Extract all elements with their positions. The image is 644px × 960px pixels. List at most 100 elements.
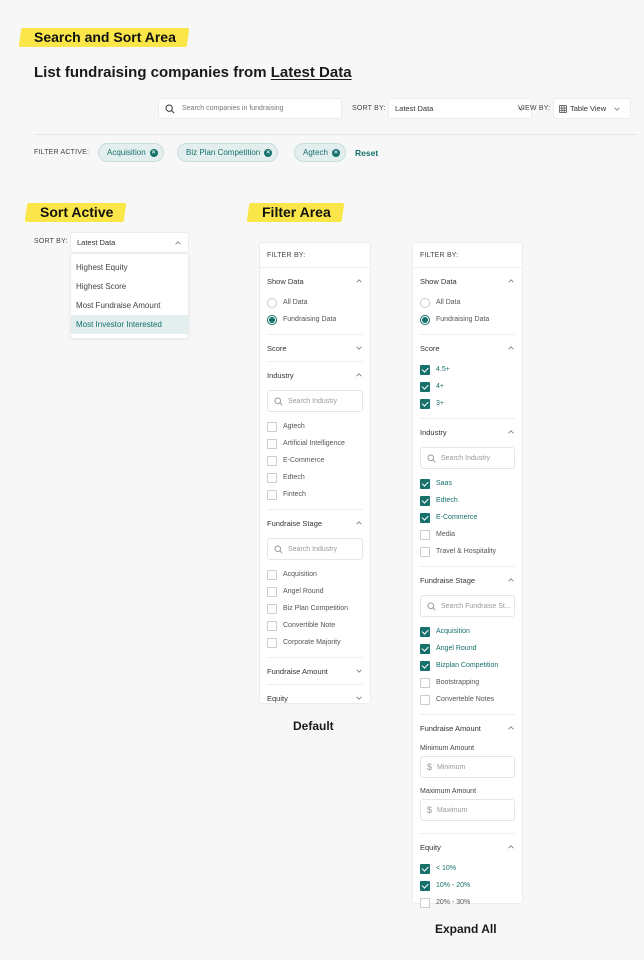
industry-search-input[interactable]: Search Industry [267,390,363,412]
remove-chip-icon[interactable]: ✕ [331,148,340,157]
section-toggle[interactable]: Score [267,335,363,361]
fundraise-stage-search-input[interactable]: Search Fundraise St... [420,595,515,617]
checkbox-fintech[interactable]: Fintech [267,486,363,503]
option-label: Edtech [283,474,305,481]
checkbox-corporate-majority[interactable]: Corporate Majority [267,634,363,651]
section-toggle[interactable]: Industry [420,419,515,445]
chevron-up-icon [356,373,362,377]
checkbox-travel-hospitality[interactable]: Travel & Hospitality [420,543,515,560]
section-toggle[interactable]: Equity [420,834,515,860]
chevron-up-icon [356,279,362,283]
section-toggle[interactable]: Fundraise Stage [420,567,515,593]
section-toggle[interactable]: Fundraise Amount [420,715,515,741]
checkbox-biz-plan-competition[interactable]: Biz Plan Competition [267,600,363,617]
section-toggle[interactable]: Equity [267,685,363,711]
remove-chip-icon[interactable]: ✕ [264,148,273,157]
section-toggle[interactable]: Fundraise Stage [267,510,363,536]
checkbox-angel-round[interactable]: Angel Round [420,640,515,657]
sort-option-highest-equity[interactable]: Highest Equity [71,258,188,277]
minimum-amount-input[interactable]: $ Minimum [420,756,515,778]
radio-all-data[interactable]: All Data [267,294,363,311]
filter-section-equity: Equity [267,685,363,711]
caption-expand-all: Expand All [435,922,497,936]
search-placeholder: Search Industry [441,454,491,462]
checkbox-bizplan-competition[interactable]: Bizplan Competition [420,657,515,674]
checkbox-acquisition[interactable]: Acquisition [267,566,363,583]
checkbox-icon [267,455,277,466]
section-toggle[interactable]: Score [420,335,515,361]
filter-section-fundraise-stage: Fundraise Stage Search Industry Acquisit… [267,510,363,658]
chevron-down-icon [356,696,362,700]
sort-option-most-fundraise-amount[interactable]: Most Fundraise Amount [71,296,188,315]
checkbox-edtech[interactable]: Edtech [267,469,363,486]
checkbox-edtech[interactable]: Edtech [420,492,515,509]
section-toggle[interactable]: Industry [267,362,363,388]
checkbox-converteble-notes[interactable]: Converteble Notes [420,691,515,708]
filter-section-fundraise-stage: Fundraise Stage Search Fundraise St... A… [420,567,515,715]
option-label: E-Commerce [436,514,478,521]
section-title: Equity [420,842,441,852]
option-label: All Data [436,299,461,306]
section-toggle[interactable]: Show Data [267,268,363,294]
section-toggle[interactable]: Fundraise Amount [267,658,363,684]
checkbox-e-commerce[interactable]: E-Commerce [267,452,363,469]
section-title: Fundraise Stage [267,518,323,528]
caption-default: Default [293,719,334,733]
checkbox-acquisition[interactable]: Acquisition [420,623,515,640]
checkbox-score-4-5-plus[interactable]: 4.5+ [420,361,515,378]
checkbox-angel-round[interactable]: Angel Round [267,583,363,600]
radio-all-data[interactable]: All Data [420,294,515,311]
checkbox-saas[interactable]: Saas [420,475,515,492]
company-search-input[interactable]: Search companies in fundraising [158,98,342,119]
chevron-up-icon [356,521,362,525]
dollar-icon: $ [427,762,433,772]
filter-chip-biz-plan-competition[interactable]: Biz Plan Competition ✕ [177,143,279,162]
option-label: Angel Round [283,588,324,595]
checkbox-e-commerce[interactable]: E-Commerce [420,509,515,526]
checkbox-equity-20-30[interactable]: 20% - 30% [420,894,515,911]
option-label: Travel & Hospitality [436,548,497,555]
section-toggle[interactable]: Show Data [420,268,515,294]
checkbox-icon [267,438,277,449]
checkbox-checked-icon [420,381,430,392]
search-icon [274,544,283,554]
checkbox-bootstrapping[interactable]: Bootstrapping [420,674,515,691]
filter-chip-acquisition[interactable]: Acquisition ✕ [98,143,164,162]
chevron-down-icon [356,669,362,673]
radio-fundraising-data[interactable]: Fundraising Data [267,311,363,328]
radio-checked-icon [420,314,430,325]
section-title: Industry [267,370,294,380]
fundraise-stage-search-input[interactable]: Search Industry [267,538,363,560]
checkbox-equity-under-10[interactable]: < 10% [420,860,515,877]
filter-chip-agtech[interactable]: Agtech ✕ [294,143,346,162]
maximum-amount-input[interactable]: $ Maximum [420,799,515,821]
checkbox-checked-icon [420,495,430,506]
search-placeholder: Search companies in fundraising [182,105,284,112]
page-title-sort-link[interactable]: Latest Data [271,64,352,81]
filter-active-label: FILTER ACTIVE: [34,149,90,156]
checkbox-agtech[interactable]: Agtech [267,418,363,435]
industry-search-input[interactable]: Search Industry [420,447,515,469]
checkbox-convertible-note[interactable]: Convertible Note [267,617,363,634]
view-by-select[interactable]: Table View [553,98,631,119]
checkbox-score-3-plus[interactable]: 3+ [420,395,515,412]
section-title: Score [267,343,287,353]
checkbox-checked-icon [420,398,430,409]
checkbox-equity-10-20[interactable]: 10% - 20% [420,877,515,894]
checkbox-score-4-plus[interactable]: 4+ [420,378,515,395]
radio-fundraising-data[interactable]: Fundraising Data [420,311,515,328]
sort-by-select-open[interactable]: Latest Data [70,232,189,253]
sort-option-highest-score[interactable]: Highest Score [71,277,188,296]
remove-chip-icon[interactable]: ✕ [149,148,158,157]
option-label: Corporate Majority [283,639,341,646]
checkbox-media[interactable]: Media [420,526,515,543]
option-label: Fundraising Data [436,316,490,323]
checkbox-icon [267,569,277,580]
reset-filters-link[interactable]: Reset [355,148,378,158]
section-title-text: Filter Area [248,201,337,223]
sort-option-most-investor-interested[interactable]: Most Investor Interested [71,315,188,334]
minimum-amount-label: Minimum Amount [420,745,475,752]
page-title-prefix: List fundraising companies from [34,64,271,81]
checkbox-artificial-intelligence[interactable]: Artificial Intelligence [267,435,363,452]
sort-by-select[interactable]: Latest Data [388,98,532,119]
